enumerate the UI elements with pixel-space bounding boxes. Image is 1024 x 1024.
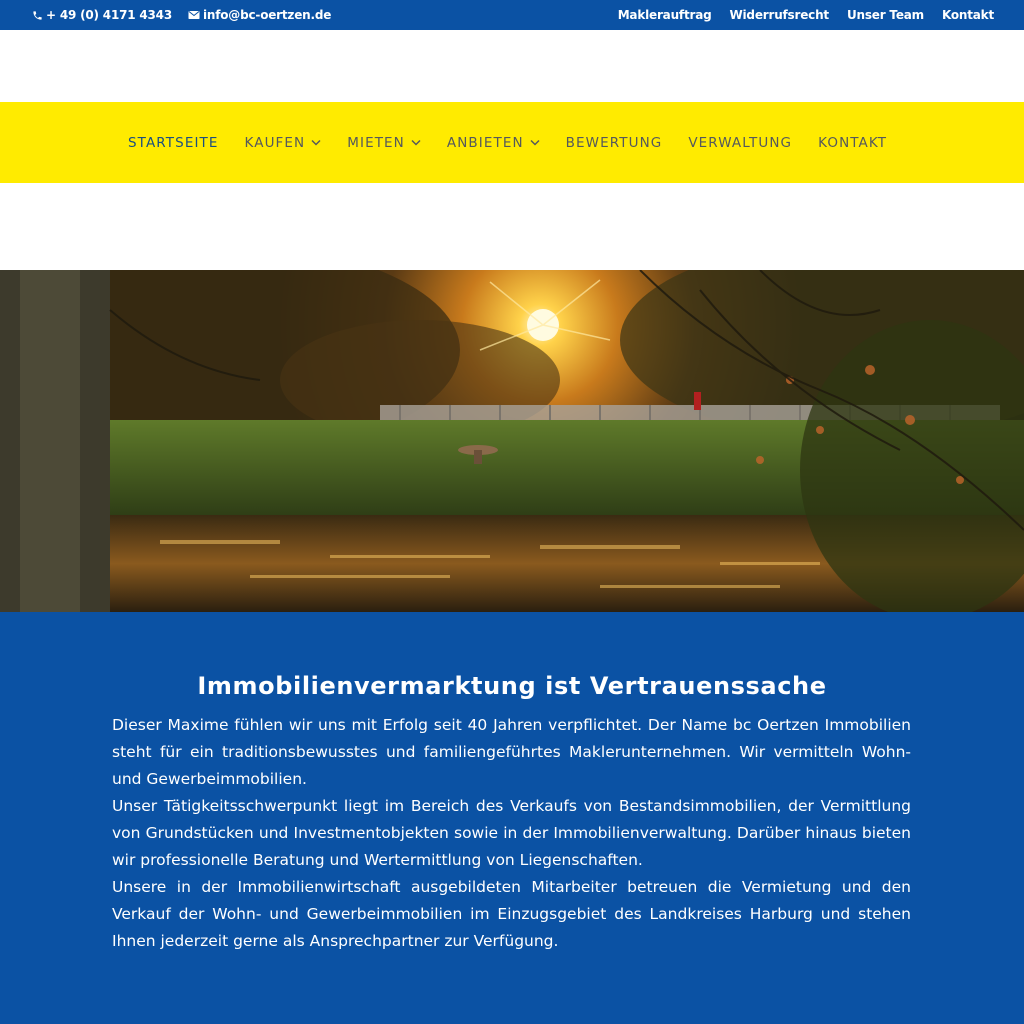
email-contact[interactable]: info@bc-oertzen.de (188, 8, 331, 22)
section-heading: Immobilienvermarktung ist Vertrauenssach… (197, 672, 827, 700)
nav-item-mieten[interactable]: MIETEN (347, 135, 421, 151)
nav-item-label: VERWALTUNG (688, 134, 793, 151)
intro-text: Dieser Maxime fühlen wir uns mit Erfolg … (112, 712, 911, 955)
contact-info: + 49 (0) 4171 4343 info@bc-oertzen.de (32, 0, 331, 30)
top-bar: + 49 (0) 4171 4343 info@bc-oertzen.de Ma… (0, 0, 1024, 30)
chevron-down-icon (411, 139, 421, 146)
intro-paragraph-2: Unser Tätigkeitsschwerpunkt liegt im Ber… (112, 797, 911, 869)
nav-item-label: KAUFEN (244, 134, 306, 151)
nav-item-label: BEWERTUNG (565, 134, 663, 151)
secondary-menu: Maklerauftrag Widerrufsrecht Unser Team … (618, 0, 995, 30)
sunset-landscape-image (0, 270, 1024, 612)
phone-contact[interactable]: + 49 (0) 4171 4343 (32, 8, 172, 22)
nav-item-anbieten[interactable]: ANBIETEN (447, 135, 540, 151)
intro-section: Immobilienvermarktung ist Vertrauenssach… (0, 612, 1024, 1024)
nav-item-bewertung[interactable]: BEWERTUNG (566, 135, 663, 151)
nav-item-verwaltung[interactable]: VERWALTUNG (688, 135, 792, 151)
link-unser-team[interactable]: Unser Team (847, 8, 924, 22)
main-navigation: STARTSEITE KAUFEN MIETEN ANBIETEN BEWERT… (0, 102, 1024, 183)
nav-item-label: KONTAKT (818, 134, 888, 151)
chevron-down-icon (311, 139, 321, 146)
intro-paragraph-3: Unsere in der Immobilienwirtschaft ausge… (112, 878, 911, 950)
intro-paragraph-1: Dieser Maxime fühlen wir uns mit Erfolg … (112, 716, 911, 788)
phone-number[interactable]: + 49 (0) 4171 4343 (46, 8, 172, 22)
nav-item-startseite[interactable]: STARTSEITE (128, 135, 219, 151)
phone-icon (32, 10, 43, 21)
link-maklerauftrag[interactable]: Maklerauftrag (618, 8, 712, 22)
nav-item-kontakt[interactable]: KONTAKT (818, 135, 887, 151)
link-widerrufsrecht[interactable]: Widerrufsrecht (729, 8, 829, 22)
nav-item-label: MIETEN (347, 134, 405, 151)
envelope-icon (188, 10, 200, 20)
email-address[interactable]: info@bc-oertzen.de (203, 8, 331, 22)
chevron-down-icon (530, 139, 540, 146)
hero-image (0, 270, 1024, 612)
link-kontakt[interactable]: Kontakt (942, 8, 994, 22)
nav-item-label: STARTSEITE (128, 134, 219, 151)
nav-item-label: ANBIETEN (446, 134, 524, 151)
nav-item-kaufen[interactable]: KAUFEN (245, 135, 322, 151)
